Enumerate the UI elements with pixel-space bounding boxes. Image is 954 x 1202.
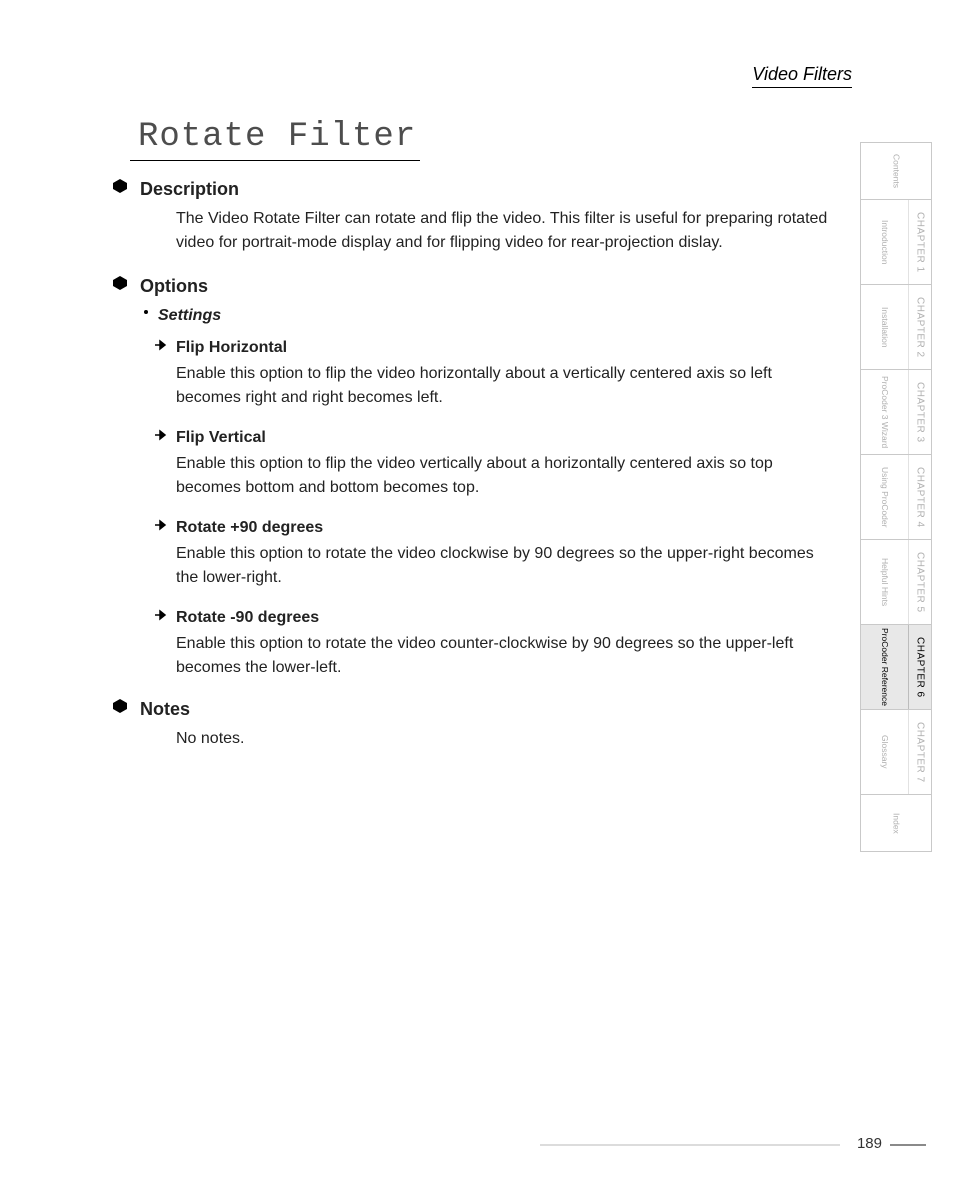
side-tab[interactable]: Introduction CHAPTER 1 [861, 200, 931, 285]
side-tab[interactable]: Using ProCoder CHAPTER 4 [861, 455, 931, 540]
side-tab[interactable]: Installation CHAPTER 2 [861, 285, 931, 370]
heading-options-text: Options [140, 276, 208, 296]
heading-description-text: Description [140, 179, 239, 199]
page-number: 189 [857, 1135, 882, 1152]
options-list: Flip HorizontalEnable this option to fli… [140, 336, 840, 680]
tab-label: Index [891, 813, 900, 834]
title-rule [130, 160, 420, 161]
option-body: Enable this option to rotate the video c… [176, 542, 836, 590]
tab-label: Installation [880, 307, 889, 348]
heading-options: Options [140, 273, 840, 300]
tab-chapter-label: CHAPTER 5 [915, 552, 926, 613]
heading-notes: Notes [140, 696, 840, 723]
option-item: Flip VerticalEnable this option to flip … [176, 426, 840, 500]
tab-label-col: Using ProCoder [861, 455, 908, 539]
footer-rule-light [540, 1144, 840, 1146]
arrow-right-icon [154, 518, 168, 532]
tab-label-col: ProCoder Reference [861, 625, 908, 709]
option-item: Flip HorizontalEnable this option to fli… [176, 336, 840, 410]
bullet-icon [144, 310, 148, 314]
tab-chapter-col: CHAPTER 4 [908, 455, 931, 539]
hexagon-icon [112, 275, 128, 291]
tab-label: Glossary [880, 735, 889, 769]
breadcrumb: Video Filters [752, 64, 852, 88]
page-title: Rotate Filter [138, 118, 416, 156]
page: Video Filters Rotate Filter Description … [0, 0, 954, 1202]
tab-chapter-col: CHAPTER 6 [908, 625, 931, 709]
arrow-right-icon [154, 608, 168, 622]
tab-label-col: Installation [861, 285, 908, 369]
description-body: The Video Rotate Filter can rotate and f… [176, 207, 836, 255]
tab-label-col: Index [861, 795, 931, 851]
arrow-right-icon [154, 428, 168, 442]
heading-description: Description [140, 176, 840, 203]
hexagon-icon [112, 698, 128, 714]
heading-notes-text: Notes [140, 699, 190, 719]
tab-chapter-col: CHAPTER 1 [908, 200, 931, 284]
option-title: Rotate -90 degrees [176, 606, 840, 630]
tab-label-col: Contents [861, 143, 931, 199]
option-body: Enable this option to flip the video ver… [176, 452, 836, 500]
tab-label: Contents [891, 154, 900, 188]
tab-chapter-col: CHAPTER 5 [908, 540, 931, 624]
tab-chapter-label: CHAPTER 1 [915, 212, 926, 273]
option-title: Rotate +90 degrees [176, 516, 840, 540]
settings-subheading: Settings [158, 304, 840, 328]
tab-chapter-label: CHAPTER 2 [915, 297, 926, 358]
tab-label: Helpful Hints [880, 558, 889, 606]
tab-label: Introduction [880, 220, 889, 264]
tab-chapter-label: CHAPTER 6 [915, 637, 926, 698]
tab-label-col: ProCoder 3 Wizard [861, 370, 908, 454]
tab-chapter-col: CHAPTER 7 [908, 710, 931, 794]
option-body: Enable this option to flip the video hor… [176, 362, 836, 410]
side-tab[interactable]: Glossary CHAPTER 7 [861, 710, 931, 795]
tab-label-col: Glossary [861, 710, 908, 794]
tab-chapter-label: CHAPTER 4 [915, 467, 926, 528]
tab-chapter-label: CHAPTER 7 [915, 722, 926, 783]
side-tab[interactable]: Index [861, 795, 931, 851]
side-tab[interactable]: ProCoder 3 Wizard CHAPTER 3 [861, 370, 931, 455]
option-title: Flip Vertical [176, 426, 840, 450]
tab-label: ProCoder Reference [880, 628, 889, 706]
hexagon-icon [112, 178, 128, 194]
side-tab[interactable]: Contents [861, 143, 931, 200]
tab-label-col: Introduction [861, 200, 908, 284]
notes-body: No notes. [176, 727, 840, 751]
side-tab[interactable]: Helpful Hints CHAPTER 5 [861, 540, 931, 625]
option-body: Enable this option to rotate the video c… [176, 632, 836, 680]
tab-label: ProCoder 3 Wizard [880, 376, 889, 448]
content-area: Description The Video Rotate Filter can … [140, 172, 840, 751]
tab-label: Using ProCoder [880, 467, 889, 527]
side-tabs: Contents Introduction CHAPTER 1 Installatio… [860, 142, 932, 852]
tab-label-col: Helpful Hints [861, 540, 908, 624]
side-tab[interactable]: ProCoder Reference CHAPTER 6 [861, 625, 931, 710]
option-title: Flip Horizontal [176, 336, 840, 360]
tab-chapter-col: CHAPTER 2 [908, 285, 931, 369]
tab-chapter-col: CHAPTER 3 [908, 370, 931, 454]
footer-rule-dark [890, 1144, 926, 1146]
tab-chapter-label: CHAPTER 3 [915, 382, 926, 443]
option-item: Rotate +90 degreesEnable this option to … [176, 516, 840, 590]
arrow-right-icon [154, 338, 168, 352]
settings-label: Settings [158, 307, 221, 324]
option-item: Rotate -90 degreesEnable this option to … [176, 606, 840, 680]
